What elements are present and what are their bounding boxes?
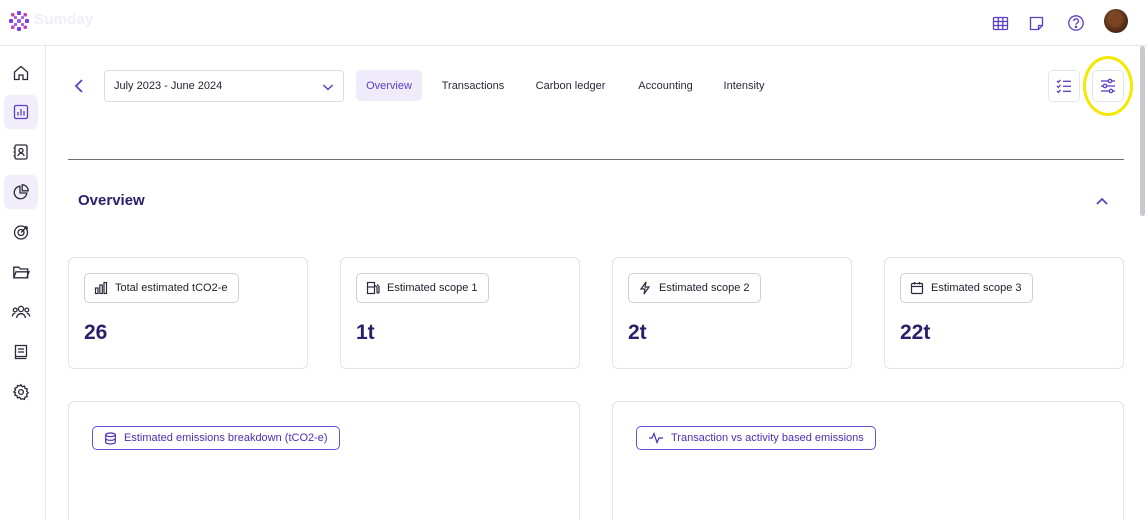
stat-label: Estimated scope 1 [387,282,478,294]
stat-card-scope-3: Estimated scope 3 22t [884,257,1124,369]
tab-overview[interactable]: Overview [356,70,422,101]
sidebar-item-contacts[interactable] [4,135,38,169]
panel-label: Estimated emissions breakdown (tCO2-e) [124,432,328,444]
folder-icon [13,266,30,279]
tab-accounting[interactable]: Accounting [628,70,703,101]
bar-chart-icon [94,281,108,295]
help-icon[interactable] [1065,12,1087,34]
tab-carbon-ledger[interactable]: Carbon ledger [524,70,617,101]
stat-label: Estimated scope 3 [931,282,1022,294]
tab-transactions[interactable]: Transactions [433,70,513,101]
emissions-breakdown-panel: Estimated emissions breakdown (tCO2-e) [68,401,580,520]
sidebar-item-documents[interactable] [4,255,38,289]
stat-label-pill: Total estimated tCO2-e [84,273,239,303]
period-select[interactable]: July 2023 - June 2024 [104,70,344,102]
top-bar: Sumday [0,0,1147,46]
period-select-value: July 2023 - June 2024 [114,80,223,92]
settings-icon [12,383,30,401]
note-icon[interactable] [1025,12,1047,34]
fuel-pump-icon [366,281,380,295]
activity-icon [649,432,663,444]
stat-card-total: Total estimated tCO2-e 26 [68,257,308,369]
app-name: Sumday [34,11,94,28]
panel-label-pill: Estimated emissions breakdown (tCO2-e) [92,426,340,450]
stat-card-scope-2: Estimated scope 2 2t [612,257,852,369]
chevron-down-icon [322,84,334,91]
contacts-icon [13,144,28,160]
sumday-logo-icon[interactable] [8,10,30,32]
collapse-button[interactable] [1092,192,1112,210]
sidebar-item-settings[interactable] [4,375,38,409]
stat-label: Total estimated tCO2-e [115,282,228,294]
stat-label-pill: Estimated scope 1 [356,273,489,303]
chevron-up-icon [1096,197,1108,205]
bar-chart-icon [13,104,29,120]
users-icon [11,305,31,319]
sidebar-item-reports[interactable] [4,175,38,209]
database-icon [105,431,116,445]
panel-label-pill: Transaction vs activity based emissions [636,426,876,450]
target-icon [13,225,29,240]
back-button[interactable] [68,74,90,98]
chevron-left-icon [74,79,83,93]
calendar-icon [910,282,924,295]
sidebar-item-analytics[interactable] [4,95,38,129]
divider [68,159,1124,160]
sidebar-item-library[interactable] [4,335,38,369]
stat-value: 22t [900,321,931,344]
home-icon [13,65,29,81]
checklist-button[interactable] [1048,70,1080,102]
checklist-icon [1056,79,1071,94]
transaction-vs-activity-panel: Transaction vs activity based emissions [612,401,1124,520]
tab-intensity[interactable]: Intensity [714,70,774,101]
section-title: Overview [78,192,145,209]
stat-value: 26 [84,321,108,344]
lightning-icon [639,281,651,295]
sliders-icon [1101,78,1115,94]
scrollbar[interactable] [1140,46,1145,216]
stat-card-scope-1: Estimated scope 1 1t [340,257,580,369]
grid-icon[interactable] [989,12,1011,34]
stat-label: Estimated scope 2 [659,282,750,294]
sidebar-item-targets[interactable] [4,215,38,249]
stat-value: 2t [628,321,647,344]
filter-settings-button[interactable] [1092,70,1124,102]
pie-chart-icon [13,184,29,200]
stat-label-pill: Estimated scope 2 [628,273,761,303]
sidebar-item-team[interactable] [4,295,38,329]
book-icon [14,344,28,360]
avatar[interactable] [1104,9,1128,33]
sidebar [0,46,46,520]
sidebar-item-home[interactable] [4,56,38,90]
panel-label: Transaction vs activity based emissions [671,432,864,444]
stat-label-pill: Estimated scope 3 [900,273,1033,303]
stat-value: 1t [356,321,375,344]
